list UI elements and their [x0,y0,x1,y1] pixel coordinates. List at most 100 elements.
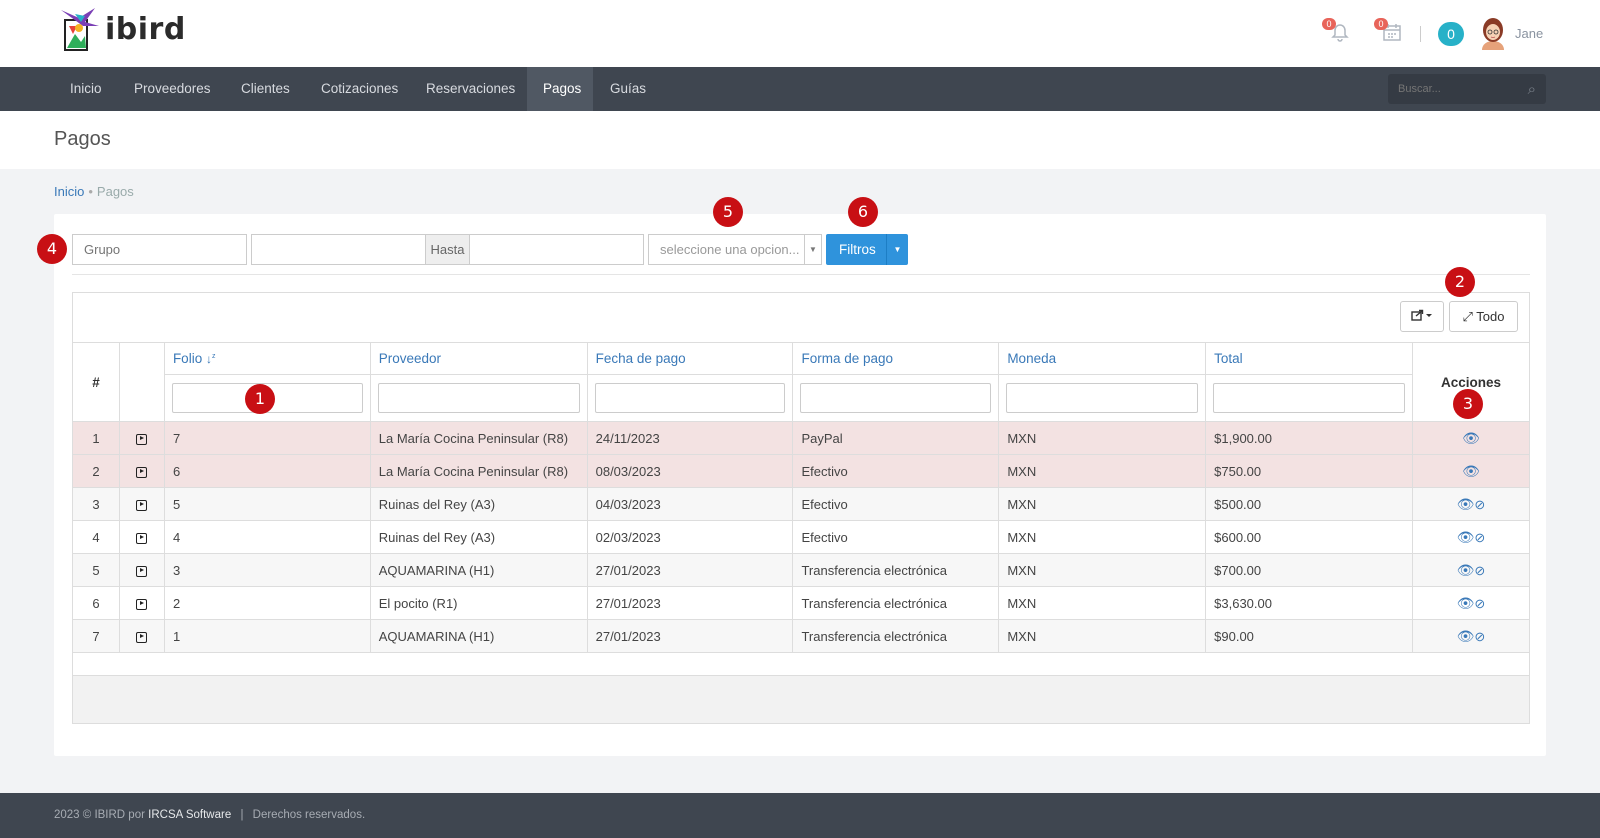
row-number: 7 [72,619,120,653]
breadcrumb: Inicio • Pagos [54,184,134,199]
row-folio: 5 [163,487,371,521]
app-logo[interactable]: ibird [55,4,186,54]
cancel-ban-icon[interactable]: ⊘ [1474,563,1485,578]
row-number: 1 [72,421,120,455]
expand-all-button[interactable]: ⤢ Todo [1449,301,1518,332]
expand-row-icon[interactable] [136,466,148,478]
row-actions: 👁⊘ [1411,586,1531,620]
col-header-number: # [72,342,120,422]
expand-row-icon[interactable] [136,433,148,445]
total-filter-input[interactable] [1213,383,1405,413]
col-header-total[interactable]: Total [1205,342,1413,375]
row-number: 4 [72,520,120,554]
view-eye-icon[interactable]: 👁 [1457,562,1475,578]
nav-item-pagos[interactable]: Pagos [527,67,593,111]
group-input[interactable] [72,234,247,265]
nav-item-cotizaciones[interactable]: Cotizaciones [305,67,414,111]
view-eye-icon[interactable]: 👁 [1462,430,1480,446]
nav-item-clientes[interactable]: Clientes [225,67,306,111]
view-eye-icon[interactable]: 👁 [1462,463,1480,479]
row-folio: 1 [163,619,371,653]
divider [72,274,1530,275]
row-folio: 3 [163,553,371,587]
footer-text: 2023 © IBIRD por IRCSA Software | Derech… [54,809,365,821]
filters-button[interactable]: Filtros ▼ [826,234,908,265]
expand-row-icon[interactable] [136,598,148,610]
footer-company-link[interactable]: IRCSA Software [148,809,231,821]
expand-row-icon[interactable] [136,532,148,544]
sort-ascending-icon[interactable]: ↓z [206,352,216,366]
annotation-marker-4: 4 [37,234,67,264]
notifications-bell-icon[interactable]: 0 [1322,18,1354,46]
proveedor-filter-input[interactable] [377,383,580,413]
row-actions: 👁 [1411,454,1531,488]
cancel-ban-icon[interactable]: ⊘ [1474,530,1485,545]
row-fecha: 08/03/2023 [586,454,794,488]
expand-row-icon[interactable] [136,499,148,511]
calendar-icon[interactable]: 0 [1374,18,1406,46]
view-eye-icon[interactable]: 👁 [1457,628,1475,644]
page-title: Pagos [54,128,111,150]
row-number: 6 [72,586,120,620]
nav-item-guias[interactable]: Guías [594,67,662,111]
calendar-count: 0 [1374,18,1388,30]
table-row[interactable]: 7 1 AQUAMARINA (H1) 27/01/2023 Transfere… [72,619,1531,653]
col-header-moneda[interactable]: Moneda [998,342,1207,375]
table-row[interactable]: 2 6 La María Cocina Peninsular (R8) 08/0… [72,454,1531,488]
export-button[interactable] [1400,301,1444,332]
table-row[interactable]: 6 2 El pocito (R1) 27/01/2023 Transferen… [72,586,1531,620]
col-header-proveedor[interactable]: Proveedor [369,342,588,375]
forma-filter-input[interactable] [800,383,992,413]
hasta-label: Hasta [425,234,470,265]
row-moneda: MXN [998,619,1207,653]
search-icon[interactable]: ⌕ [1528,81,1536,98]
footer-rights: Derechos reservados. [252,809,366,821]
table-row[interactable]: 4 4 Ruinas del Rey (A3) 02/03/2023 Efect… [72,520,1531,554]
nav-item-inicio[interactable]: Inicio [54,67,118,111]
caret-down-icon[interactable]: ▼ [804,235,821,264]
row-moneda: MXN [998,421,1207,455]
cancel-ban-icon[interactable]: ⊘ [1474,629,1485,644]
view-eye-icon[interactable]: 👁 [1457,595,1475,611]
notifications-count: 0 [1322,18,1336,30]
nav-item-reservaciones[interactable]: Reservaciones [410,67,531,111]
messages-badge[interactable]: 0 [1438,22,1464,46]
col-header-folio[interactable]: Folio ↓z [163,342,371,375]
row-moneda: MXN [998,520,1207,554]
expand-row-icon[interactable] [136,565,148,577]
table-row[interactable]: 3 5 Ruinas del Rey (A3) 04/03/2023 Efect… [72,487,1531,521]
cancel-ban-icon[interactable]: ⊘ [1474,596,1485,611]
row-moneda: MXN [998,454,1207,488]
annotation-marker-6: 6 [848,197,878,227]
view-eye-icon[interactable]: 👁 [1457,529,1475,545]
nav-item-proveedores[interactable]: Proveedores [118,67,227,111]
fecha-filter-input[interactable] [594,383,786,413]
brand-name: ibird [105,11,186,47]
filter-cell [1205,374,1413,422]
moneda-filter-input[interactable] [1006,383,1199,413]
search-input[interactable] [1388,74,1513,104]
table-row[interactable]: 5 3 AQUAMARINA (H1) 27/01/2023 Transfere… [72,553,1531,587]
date-to-input[interactable] [469,234,644,265]
user-name[interactable]: Jane [1515,26,1543,41]
option-select[interactable]: seleccione una opcion... ▼ [648,234,822,265]
row-forma: Efectivo [792,487,1000,521]
row-fecha: 04/03/2023 [586,487,794,521]
row-folio: 2 [163,586,371,620]
row-total: $3,630.00 [1205,586,1413,620]
expand-row-icon[interactable] [136,631,148,643]
row-actions: 👁 [1411,421,1531,455]
row-fecha: 27/01/2023 [586,586,794,620]
user-avatar[interactable] [1478,16,1508,50]
footer-copyright: 2023 © IBIRD por [54,809,145,821]
row-moneda: MXN [998,586,1207,620]
breadcrumb-home[interactable]: Inicio [54,184,84,199]
col-header-fecha[interactable]: Fecha de pago [586,342,794,375]
table-row[interactable]: 1 7 La María Cocina Peninsular (R8) 24/1… [72,421,1531,455]
col-header-forma[interactable]: Forma de pago [792,342,1000,375]
view-eye-icon[interactable]: 👁 [1457,496,1475,512]
date-from-input[interactable] [251,234,426,265]
row-total: $90.00 [1205,619,1413,653]
filters-dropdown-caret-icon[interactable]: ▼ [886,234,908,265]
cancel-ban-icon[interactable]: ⊘ [1474,497,1485,512]
